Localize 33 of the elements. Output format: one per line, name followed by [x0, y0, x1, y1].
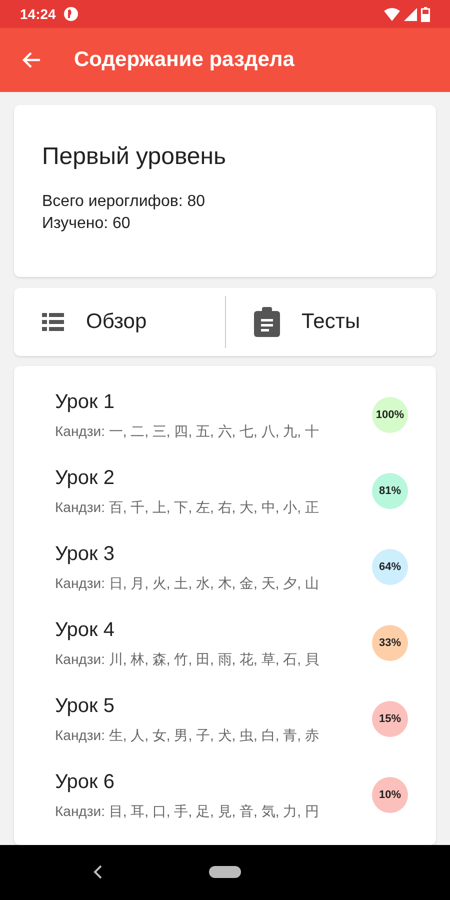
home-button[interactable] [209, 866, 241, 878]
progress-badge: 100% [372, 397, 408, 433]
progress-badge: 81% [372, 473, 408, 509]
progress-badge: 15% [372, 701, 408, 737]
lesson-kanji-list: Кандзи: 生, 人, 女, 男, 子, 犬, 虫, 白, 青, 赤 [55, 724, 372, 746]
level-title: Первый уровень [42, 142, 228, 172]
progress-badge: 64% [372, 549, 408, 585]
lesson-title[interactable]: Урок 2 [55, 464, 372, 490]
progress-badge: 10% [372, 777, 408, 813]
clipboard-icon [254, 307, 280, 337]
lesson-kanji-list: Кандзи: 一, 二, 三, 四, 五, 六, 七, 八, 九, 十 [55, 420, 372, 442]
lesson-title[interactable]: Урок 3 [55, 540, 372, 566]
lesson-title[interactable]: Урок 4 [55, 616, 372, 642]
total-count-text: Всего иероглифов: 80 [42, 192, 206, 212]
tests-tab[interactable]: Тесты [224, 296, 436, 348]
lesson-kanji-list: Кандзи: 川, 林, 森, 竹, 田, 雨, 花, 草, 石, 貝 [55, 648, 372, 670]
screen-title: Содержание раздела [74, 47, 294, 74]
status-time: 14:24 [20, 4, 56, 24]
list-icon [42, 313, 64, 331]
lesson-title[interactable]: Урок 5 [55, 692, 372, 718]
nav-back-button[interactable] [92, 864, 104, 880]
progress-badge: 33% [372, 625, 408, 661]
lesson-title[interactable]: Урок 6 [55, 768, 372, 794]
lesson-kanji-list: Кандзи: 日, 月, 火, 土, 水, 木, 金, 天, 夕, 山 [55, 572, 372, 594]
lesson-kanji-list: Кандзи: 目, 耳, 口, 手, 足, 見, 音, 気, 力, 円 [55, 800, 372, 822]
battery-icon [421, 6, 430, 22]
lesson-kanji-list: Кандзи: 百, 千, 上, 下, 左, 右, 大, 中, 小, 正 [55, 496, 372, 518]
signal-icon [404, 8, 417, 20]
lesson-title[interactable]: Урок 1 [55, 388, 372, 414]
overview-tab[interactable]: Обзор [14, 288, 224, 356]
wifi-icon [384, 8, 400, 20]
learned-count-text: Изучено: 60 [42, 214, 132, 234]
notification-icon [64, 7, 78, 21]
